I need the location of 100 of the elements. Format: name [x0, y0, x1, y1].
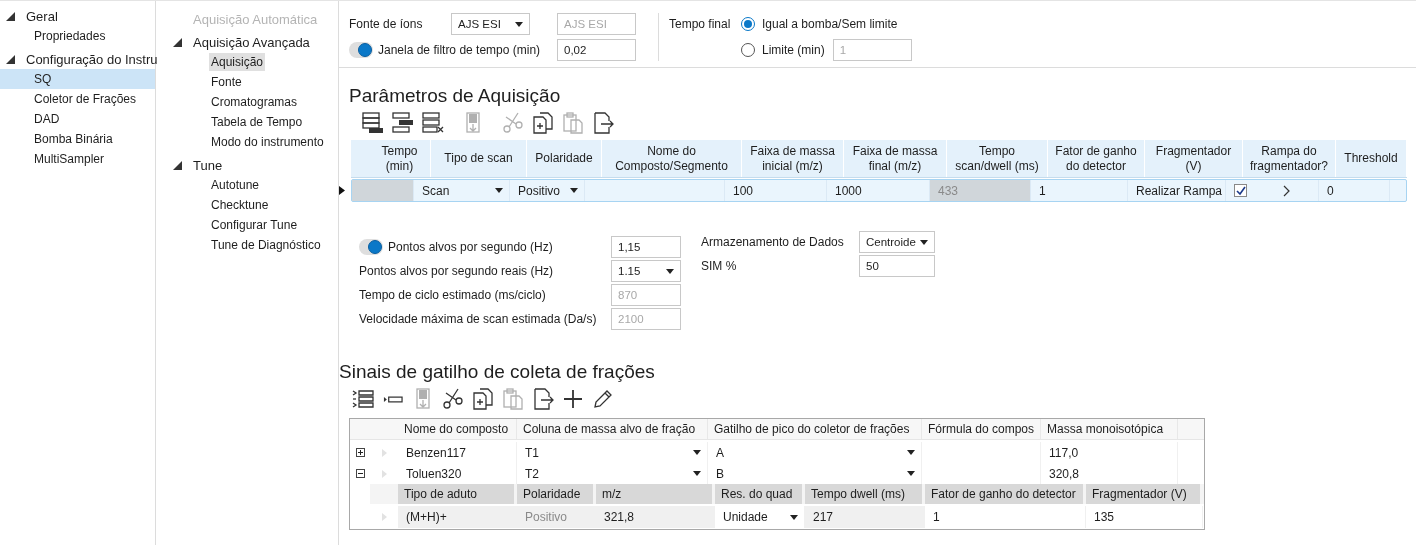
input-field: AJS ESI	[557, 13, 636, 35]
toggle-switch[interactable]	[349, 42, 373, 58]
expanded-icon[interactable]	[6, 11, 15, 21]
tree-item[interactable]: Fonte	[209, 73, 244, 91]
tree-item[interactable]: Coletor de Frações	[32, 90, 139, 108]
dropdown-cell[interactable]: T1	[517, 442, 708, 463]
field-label: Velocidade máxima de scan estimada (Da/s)	[359, 312, 598, 326]
checkbox[interactable]	[1234, 184, 1247, 197]
tree-item[interactable]: Propriedades	[32, 27, 108, 45]
column-header[interactable]: Fórmula do compos	[922, 419, 1041, 439]
column-header[interactable]: Threshold	[1336, 140, 1407, 177]
dropdown[interactable]: Centroide	[859, 231, 935, 253]
toolbar-button[interactable]	[531, 387, 555, 411]
toolbar-button[interactable]	[561, 387, 585, 411]
toolbar-button[interactable]	[361, 111, 385, 135]
export-icon	[531, 387, 555, 411]
toolbar-button[interactable]	[351, 387, 375, 411]
tree-item[interactable]: Tune de Diagnóstico	[209, 236, 323, 254]
column-header[interactable]: Tempo dwell (ms)	[805, 484, 925, 504]
expanded-icon[interactable]	[6, 54, 15, 64]
table-cell	[352, 180, 414, 201]
delete-rows-icon	[421, 111, 445, 135]
radio-label[interactable]: Igual a bomba/Sem limite	[762, 17, 898, 31]
input-field[interactable]: 1,15	[611, 236, 681, 258]
field-label: Janela de filtro de tempo (min)	[378, 43, 542, 57]
column-header[interactable]: Nome do composto	[398, 419, 517, 439]
table-cell: 1	[925, 506, 1086, 528]
table-cell: 117,0	[1041, 442, 1178, 463]
column-header[interactable]: Tipo de aduto	[398, 484, 517, 504]
caret-icon	[790, 514, 798, 520]
dropdown-cell[interactable]: Positivo	[510, 180, 585, 201]
toolbar-button[interactable]	[591, 111, 615, 135]
column-header[interactable]: Fator de ganho do detector	[1048, 140, 1145, 177]
column-header[interactable]: Tipo de scan	[431, 140, 527, 177]
column-header[interactable]: Polaridade	[527, 140, 602, 177]
tree-item[interactable]: Geral	[24, 6, 60, 26]
check-icon	[1235, 185, 1246, 196]
column-header[interactable]: Faixa de massa final (m/z)	[844, 140, 947, 177]
column-header[interactable]: m/z	[596, 484, 715, 504]
table-cell: 1	[1031, 180, 1128, 201]
tree-item[interactable]: MultiSampler	[32, 150, 107, 168]
tree-item[interactable]: Aquisição Avançada	[191, 32, 312, 52]
caret-icon	[907, 471, 915, 476]
paste-icon	[501, 387, 525, 411]
dropdown[interactable]: 1.15	[611, 260, 681, 282]
field-label: Pontos alvos por segundo (Hz)	[388, 240, 554, 254]
tree-item[interactable]: Checktune	[209, 196, 271, 214]
toolbar-button[interactable]	[531, 111, 555, 135]
column-header[interactable]: Res. do quad	[715, 484, 805, 504]
column-header[interactable]: Tempo (min)	[369, 140, 431, 177]
chevron-right-icon[interactable]	[1283, 184, 1290, 197]
column-header[interactable]: Tempo scan/dwell (ms)	[947, 140, 1048, 177]
tree-item[interactable]: Aquisição	[209, 53, 266, 71]
tree-item[interactable]: Tabela de Tempo	[209, 113, 305, 131]
tree-item[interactable]: Tune	[191, 155, 225, 175]
toolbar-button[interactable]	[441, 387, 465, 411]
column-header[interactable]: Fragmentador (V)	[1145, 140, 1243, 177]
column-header[interactable]: Gatilho de pico do coletor de frações	[708, 419, 922, 439]
tree-item[interactable]: SQ	[0, 69, 155, 89]
dropdown-cell[interactable]: Scan	[414, 180, 510, 201]
input-field[interactable]: 0,02	[557, 39, 636, 61]
column-header[interactable]: Fator de ganho do detector	[925, 484, 1086, 504]
toolbar-button[interactable]	[391, 111, 415, 135]
tree-item[interactable]: Cromatogramas	[209, 93, 300, 111]
tree-item[interactable]: Bomba Binária	[32, 130, 115, 148]
radio-label[interactable]: Limite (min)	[762, 43, 825, 57]
tree-item[interactable]: Autotune	[209, 176, 262, 194]
tree-item[interactable]: Configurar Tune	[209, 216, 300, 234]
column-header[interactable]: Fragmentador (V)	[1086, 484, 1203, 504]
toggle-switch[interactable]	[359, 239, 383, 255]
column-header[interactable]: Polaridade	[517, 484, 596, 504]
field-label: Tempo de ciclo estimado (ms/ciclo)	[359, 288, 547, 302]
column-header[interactable]: Massa monoisotópica	[1041, 419, 1178, 439]
dropdown-cell[interactable]: A	[708, 442, 922, 463]
expand-icon[interactable]	[355, 448, 365, 457]
table-cell: (M+H)+	[398, 506, 517, 528]
tree-item[interactable]: DAD	[32, 110, 62, 128]
tree-item[interactable]: Configuração do Instru	[24, 49, 160, 69]
column-header[interactable]: Coluna de massa alvo de fração	[517, 419, 708, 439]
row-arrow-icon	[381, 513, 387, 521]
caret-icon	[495, 188, 503, 193]
toolbar-button[interactable]	[471, 387, 495, 411]
expanded-icon[interactable]	[173, 37, 182, 47]
scissors-icon	[441, 387, 465, 411]
toolbar-button[interactable]	[421, 111, 445, 135]
rows-icon	[391, 111, 415, 135]
column-header[interactable]: Nome do Composto/Segmento	[602, 140, 742, 177]
column-header[interactable]: Rampa do fragmentador?	[1243, 140, 1336, 177]
table-cell: Realizar Rampa	[1128, 180, 1226, 201]
table-row[interactable]: Scan Positivo 100 1000 433 1 Realizar Rampa 0	[351, 179, 1407, 202]
input-field[interactable]: 50	[859, 255, 935, 277]
dropdown[interactable]: AJS ESI	[451, 13, 530, 35]
tree-item[interactable]: Modo do instrumento	[209, 133, 326, 151]
collapse-icon[interactable]	[355, 469, 365, 478]
caret-icon	[693, 450, 701, 455]
expanded-icon[interactable]	[173, 160, 182, 170]
column-header[interactable]: Faixa de massa inicial (m/z)	[742, 140, 844, 177]
current-row-icon	[339, 185, 345, 195]
field-label: Fonte de íons	[349, 17, 424, 31]
plus-icon	[561, 387, 585, 411]
